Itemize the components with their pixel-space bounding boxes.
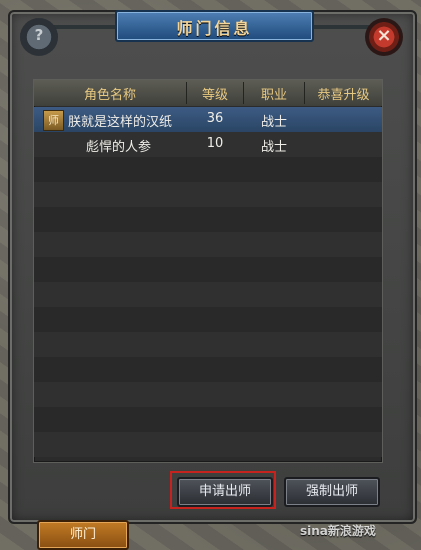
- empty-row: [34, 332, 382, 357]
- empty-row: [34, 182, 382, 207]
- empty-row: [34, 432, 382, 457]
- watermark-logo: sina新浪游戏: [300, 524, 376, 538]
- empty-row: [34, 232, 382, 257]
- member-name: 彪悍的人参: [86, 140, 152, 155]
- member-job: 战士: [260, 140, 287, 155]
- column-header-job[interactable]: 职业: [244, 84, 304, 103]
- empty-row: [34, 307, 382, 332]
- help-button[interactable]: ?: [20, 18, 58, 56]
- close-icon: ×: [376, 25, 392, 46]
- member-job: 战士: [260, 115, 287, 130]
- window-title: 师门信息: [176, 19, 253, 38]
- apply-graduate-button[interactable]: 申请出师: [177, 477, 273, 507]
- empty-row: [34, 382, 382, 407]
- tab-master[interactable]: 师门: [37, 520, 129, 550]
- member-level: 36: [206, 111, 224, 126]
- empty-row: [34, 257, 382, 282]
- empty-row: [34, 407, 382, 432]
- column-header-level[interactable]: 等级: [187, 84, 243, 103]
- table-row[interactable]: 彪悍的人参 10 战士: [34, 132, 382, 157]
- force-graduate-button[interactable]: 强制出师: [284, 477, 380, 507]
- column-header-name[interactable]: 角色名称: [34, 84, 186, 103]
- member-level: 10: [206, 136, 224, 151]
- empty-row: [34, 157, 382, 182]
- member-name: 朕就是这样的汉纸: [68, 115, 173, 130]
- master-badge: 师: [43, 110, 64, 131]
- empty-row: [34, 207, 382, 232]
- table-row-selected[interactable]: 师 朕就是这样的汉纸 36 战士: [34, 107, 382, 132]
- help-icon: ?: [34, 26, 44, 44]
- empty-row: [34, 357, 382, 382]
- empty-row: [34, 282, 382, 307]
- list-header: 角色名称 等级 职业 恭喜升级: [34, 80, 382, 106]
- window-titlebar: 师门信息: [115, 10, 314, 42]
- close-button[interactable]: ×: [365, 18, 403, 56]
- member-list: 角色名称 等级 职业 恭喜升级 师 朕就是这样的汉纸 36 战士 彪悍的人参 1…: [33, 79, 383, 463]
- column-header-congrats[interactable]: 恭喜升级: [305, 84, 382, 103]
